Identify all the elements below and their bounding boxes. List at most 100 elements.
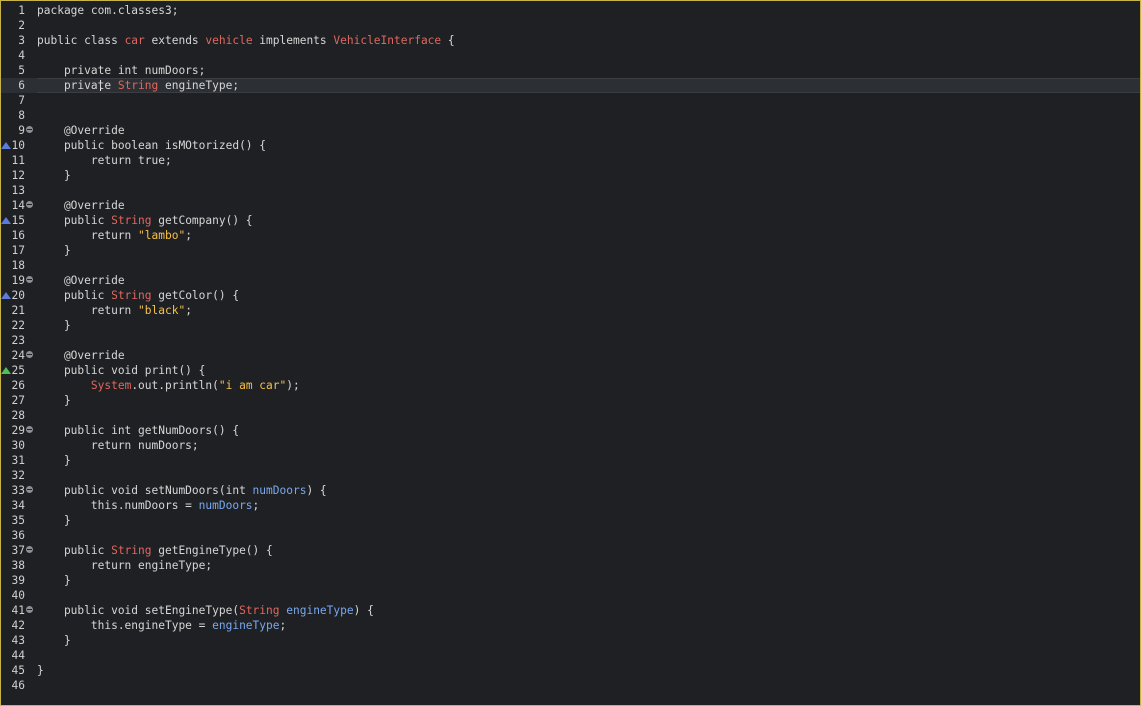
code-text[interactable]: @Override: [37, 273, 1140, 288]
implements-marker-icon[interactable]: [1, 367, 11, 374]
code-line[interactable]: 21 return "black";: [1, 303, 1140, 318]
override-marker-icon[interactable]: [1, 292, 11, 299]
code-line[interactable]: 14 @Override: [1, 198, 1140, 213]
code-line[interactable]: 25 public void print() {: [1, 363, 1140, 378]
code-line[interactable]: 27 }: [1, 393, 1140, 408]
code-line[interactable]: 33 public void setNumDoors(int numDoors)…: [1, 483, 1140, 498]
code-line[interactable]: 15 public String getCompany() {: [1, 213, 1140, 228]
code-text[interactable]: public void setEngineType(String engineT…: [37, 603, 1140, 618]
code-text[interactable]: }: [37, 243, 1140, 258]
line-gutter: 24: [1, 348, 33, 363]
code-text[interactable]: public void setNumDoors(int numDoors) {: [37, 483, 1140, 498]
code-line[interactable]: 12 }: [1, 168, 1140, 183]
code-text[interactable]: public void print() {: [37, 363, 1140, 378]
code-text[interactable]: }: [37, 168, 1140, 183]
fold-collapse-icon[interactable]: [26, 351, 33, 358]
fold-collapse-icon[interactable]: [26, 486, 33, 493]
code-line[interactable]: 39 }: [1, 573, 1140, 588]
code-line[interactable]: 34 this.numDoors = numDoors;: [1, 498, 1140, 513]
code-token: String: [111, 214, 152, 227]
line-number: 6: [18, 79, 25, 92]
line-number: 37: [11, 544, 25, 557]
code-line[interactable]: 36: [1, 528, 1140, 543]
code-line[interactable]: 23: [1, 333, 1140, 348]
code-token: }: [37, 664, 44, 677]
code-line[interactable]: 30 return numDoors;: [1, 438, 1140, 453]
fold-collapse-icon[interactable]: [26, 606, 33, 613]
code-text[interactable]: @Override: [37, 123, 1140, 138]
code-line[interactable]: 42 this.engineType = engineType;: [1, 618, 1140, 633]
code-line[interactable]: 9 @Override: [1, 123, 1140, 138]
code-line[interactable]: 44: [1, 648, 1140, 663]
code-text[interactable]: package com.classes3;: [37, 3, 1140, 18]
code-line[interactable]: 32: [1, 468, 1140, 483]
fold-collapse-icon[interactable]: [26, 426, 33, 433]
code-text[interactable]: return engineType;: [37, 558, 1140, 573]
code-text[interactable]: return "black";: [37, 303, 1140, 318]
code-line[interactable]: 20 public String getColor() {: [1, 288, 1140, 303]
code-line[interactable]: 22 }: [1, 318, 1140, 333]
code-line[interactable]: 19 @Override: [1, 273, 1140, 288]
code-line[interactable]: 18: [1, 258, 1140, 273]
fold-collapse-icon[interactable]: [26, 546, 33, 553]
code-line[interactable]: 17 }: [1, 243, 1140, 258]
code-text[interactable]: @Override: [37, 348, 1140, 363]
code-line[interactable]: 31 }: [1, 453, 1140, 468]
code-line[interactable]: 2: [1, 18, 1140, 33]
code-text[interactable]: public int getNumDoors() {: [37, 423, 1140, 438]
code-line[interactable]: 38 return engineType;: [1, 558, 1140, 573]
code-text[interactable]: System.out.println("i am car");: [37, 378, 1140, 393]
code-line[interactable]: 35 }: [1, 513, 1140, 528]
code-text[interactable]: public String getCompany() {: [37, 213, 1140, 228]
code-text[interactable]: public String getColor() {: [37, 288, 1140, 303]
code-text[interactable]: private int numDoors;: [37, 63, 1140, 78]
code-text[interactable]: }: [37, 318, 1140, 333]
code-line[interactable]: 41 public void setEngineType(String engi…: [1, 603, 1140, 618]
code-line[interactable]: 11 return true;: [1, 153, 1140, 168]
code-text[interactable]: }: [37, 663, 1140, 678]
code-text[interactable]: }: [37, 633, 1140, 648]
override-marker-icon[interactable]: [1, 142, 11, 149]
code-line[interactable]: 4: [1, 48, 1140, 63]
code-line[interactable]: 7: [1, 93, 1140, 108]
code-line[interactable]: 16 return "lambo";: [1, 228, 1140, 243]
code-text[interactable]: return numDoors;: [37, 438, 1140, 453]
code-text[interactable]: return "lambo";: [37, 228, 1140, 243]
code-line[interactable]: 24 @Override: [1, 348, 1140, 363]
code-line[interactable]: 3 public class car extends vehicle implem…: [1, 33, 1140, 48]
code-line[interactable]: 6 private String engineType;: [1, 78, 1140, 93]
code-line[interactable]: 45}: [1, 663, 1140, 678]
fold-collapse-icon[interactable]: [26, 276, 33, 283]
code-text[interactable]: this.numDoors = numDoors;: [37, 498, 1140, 513]
code-line[interactable]: 5 private int numDoors;: [1, 63, 1140, 78]
code-text[interactable]: }: [37, 453, 1140, 468]
code-line[interactable]: 26 System.out.println("i am car");: [1, 378, 1140, 393]
code-line[interactable]: 10 public boolean isMOtorized() {: [1, 138, 1140, 153]
code-text[interactable]: public boolean isMOtorized() {: [37, 138, 1140, 153]
fold-collapse-icon[interactable]: [26, 201, 33, 208]
code-text[interactable]: public String getEngineType() {: [37, 543, 1140, 558]
code-text[interactable]: private String engineType;: [37, 78, 1140, 93]
code-text[interactable]: }: [37, 573, 1140, 588]
code-line[interactable]: 28: [1, 408, 1140, 423]
code-token: this.engineType =: [37, 619, 213, 632]
code-text[interactable]: }: [37, 513, 1140, 528]
code-text[interactable]: return true;: [37, 153, 1140, 168]
line-gutter: 32: [1, 468, 33, 483]
code-line[interactable]: 40: [1, 588, 1140, 603]
code-line[interactable]: 46: [1, 678, 1140, 693]
override-marker-icon[interactable]: [1, 217, 11, 224]
code-token: System: [90, 379, 132, 392]
code-editor[interactable]: 1 package com.classes3; 2 3 public class car…: [0, 0, 1141, 706]
fold-collapse-icon[interactable]: [26, 126, 33, 133]
code-line[interactable]: 29 public int getNumDoors() {: [1, 423, 1140, 438]
code-line[interactable]: 37 public String getEngineType() {: [1, 543, 1140, 558]
code-text[interactable]: public class car extends vehicle impleme…: [37, 33, 1140, 48]
code-text[interactable]: this.engineType = engineType;: [37, 618, 1140, 633]
code-text[interactable]: }: [37, 393, 1140, 408]
code-line[interactable]: 8: [1, 108, 1140, 123]
code-text[interactable]: @Override: [37, 198, 1140, 213]
code-line[interactable]: 1 package com.classes3;: [1, 3, 1140, 18]
code-line[interactable]: 13: [1, 183, 1140, 198]
code-line[interactable]: 43 }: [1, 633, 1140, 648]
